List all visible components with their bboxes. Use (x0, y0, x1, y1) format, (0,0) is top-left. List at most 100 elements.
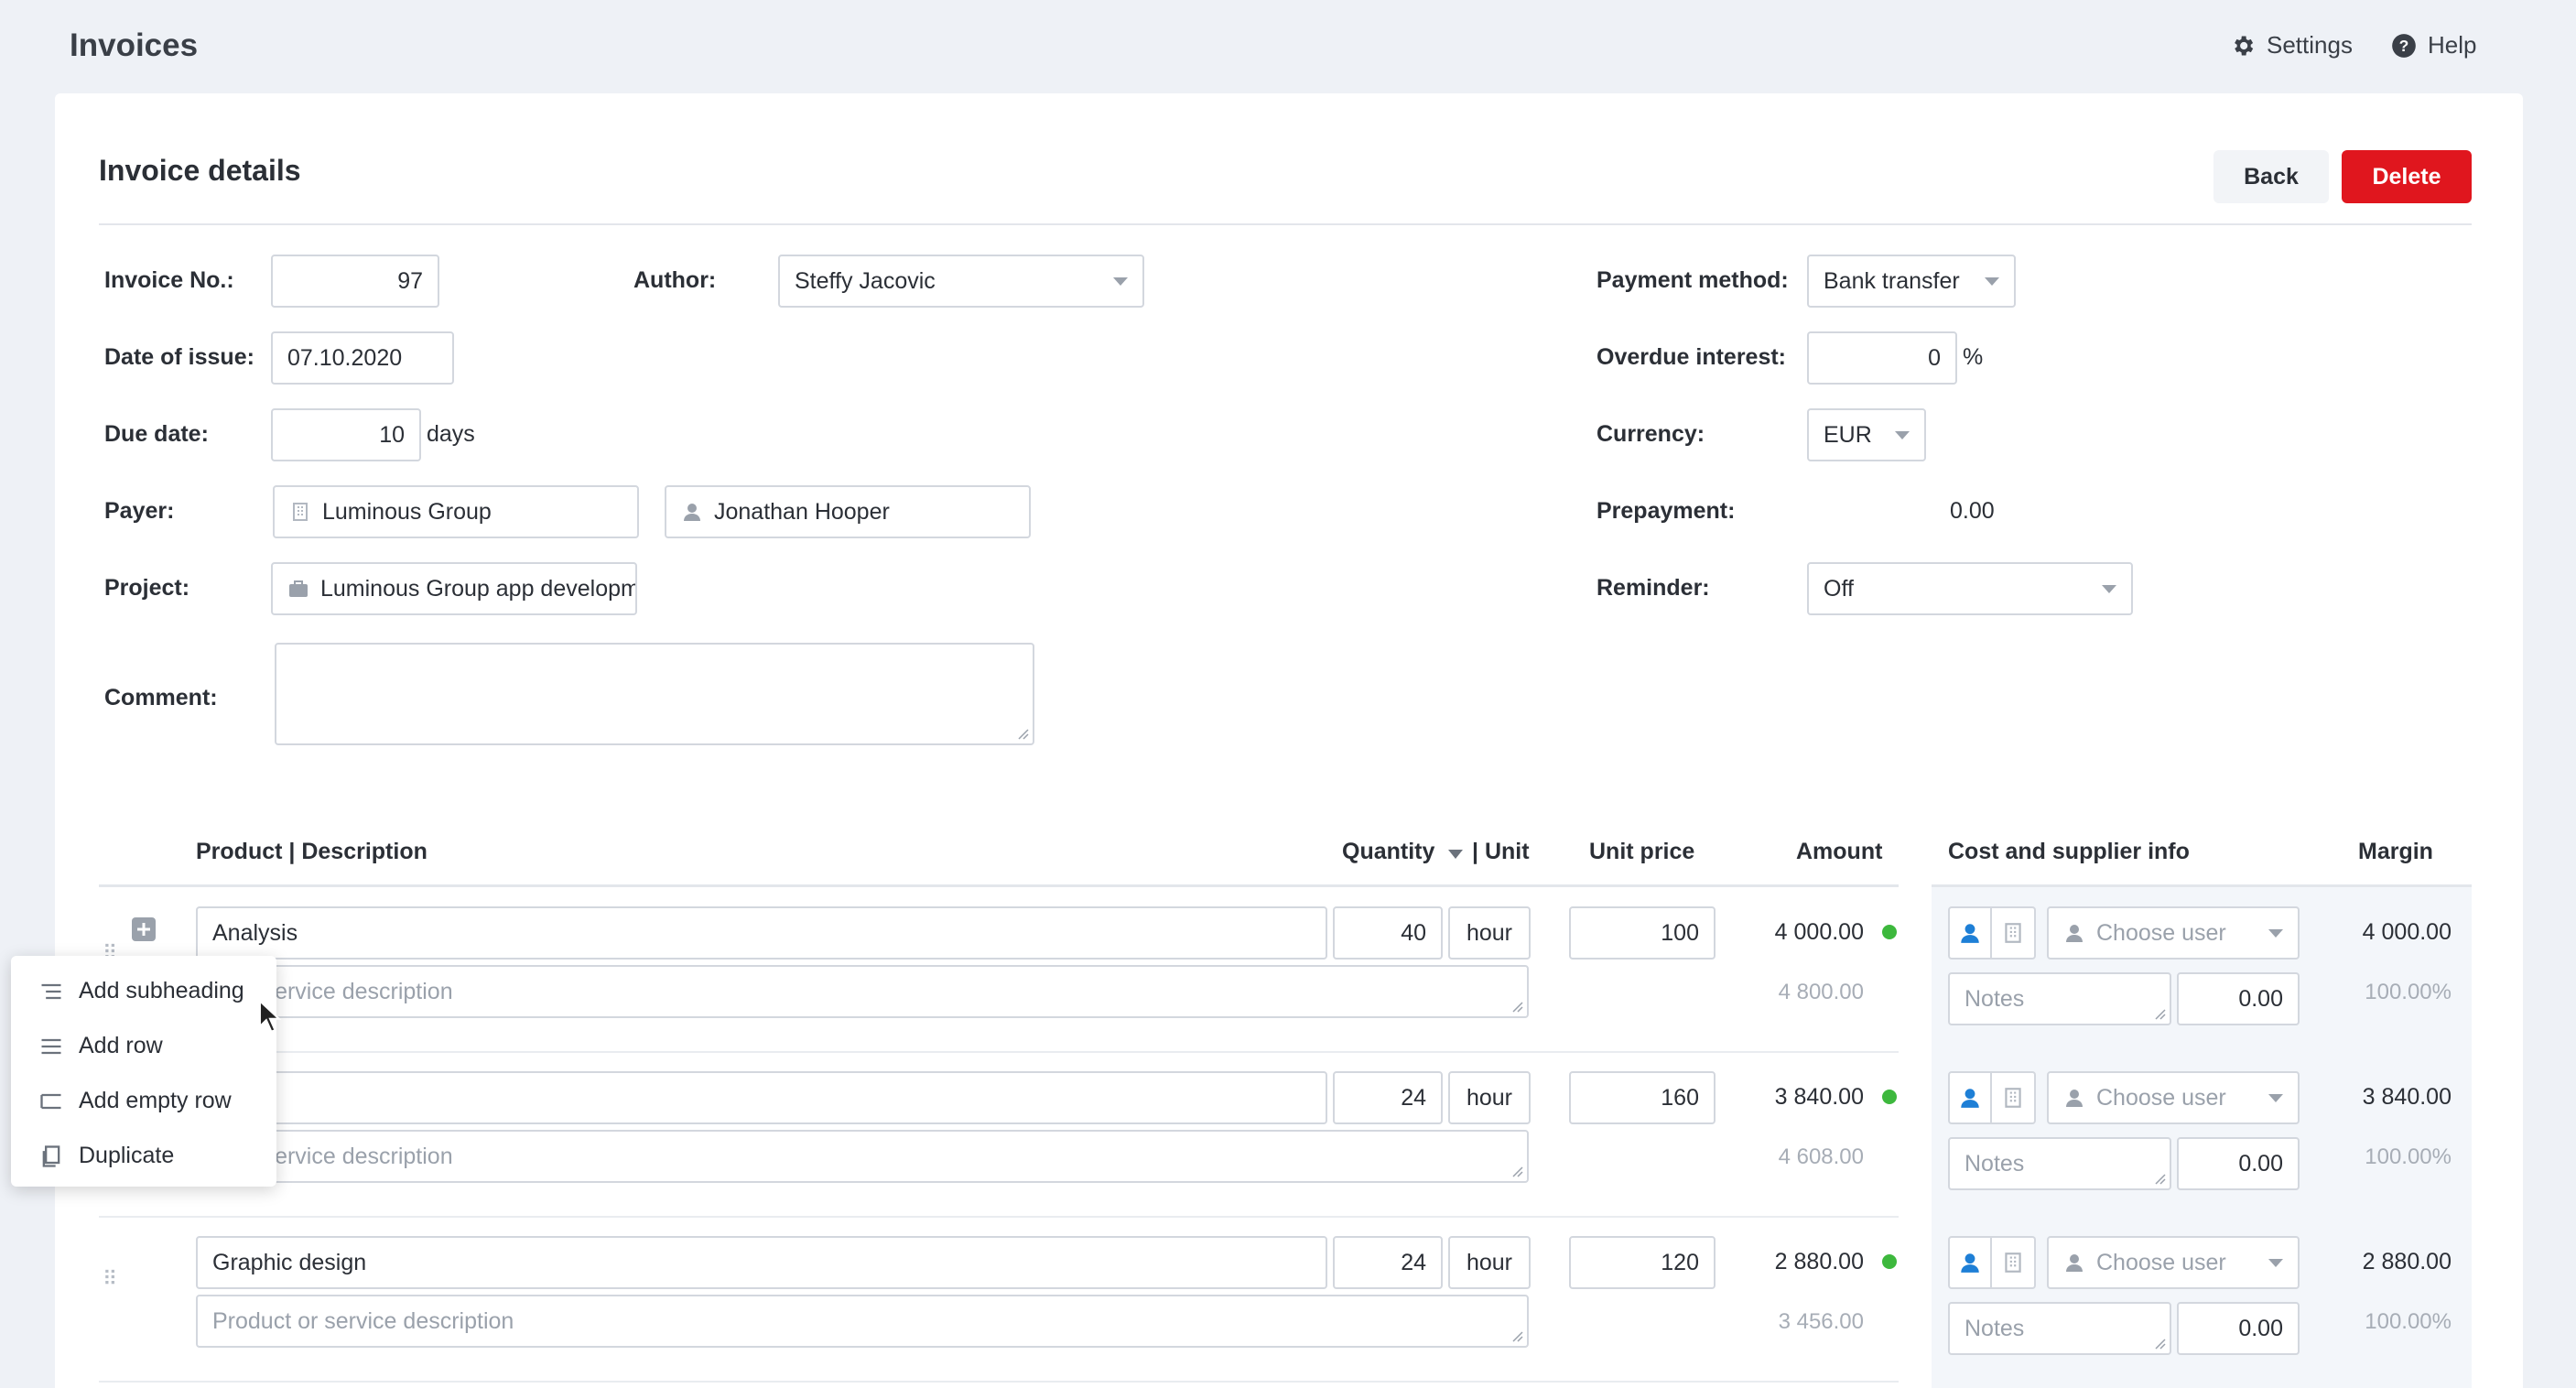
author-select[interactable]: Steffy Jacovic (778, 255, 1144, 308)
currency-label: Currency: (1596, 421, 1705, 447)
due-unit: days (427, 421, 475, 447)
notes-input[interactable]: Notes (1948, 1302, 2171, 1355)
user-icon (2066, 1254, 2083, 1272)
description-textarea[interactable]: ct or service description (196, 1130, 1529, 1183)
unit-input[interactable]: hour (1448, 1236, 1531, 1289)
settings-link[interactable]: Settings (2230, 31, 2353, 60)
divider (99, 884, 1899, 887)
interest-input[interactable]: 0 (1807, 331, 1957, 385)
menu-item-label: Add subheading (79, 978, 244, 1003)
author-value: Steffy Jacovic (795, 267, 936, 294)
reminder-value: Off (1824, 575, 1854, 602)
user-icon (684, 504, 700, 521)
choose-user-placeholder: Choose user (2096, 1084, 2226, 1111)
briefcase-icon (289, 580, 308, 597)
row-icon (41, 1038, 61, 1054)
chevron-down-icon (2268, 1094, 2283, 1102)
menu-add-subheading[interactable]: Add subheading (38, 978, 244, 1004)
due-label: Due date: (104, 421, 209, 447)
amount-value: 2 880.00 (1774, 1249, 1864, 1274)
delete-button[interactable]: Delete (2342, 150, 2472, 203)
due-input[interactable]: 10 (271, 408, 421, 461)
amount-value: 4 000.00 (1774, 919, 1864, 945)
header-unit-price: Unit price (1589, 839, 1695, 864)
sort-down-icon[interactable] (1448, 850, 1463, 859)
unit-price-input[interactable]: 160 (1569, 1071, 1716, 1124)
product-input[interactable]: Analysis (196, 906, 1327, 960)
resize-grip-icon[interactable] (1016, 727, 1029, 740)
invoice-no-label: Invoice No.: (104, 267, 234, 293)
add-row-plus-icon[interactable] (132, 917, 156, 941)
product-input[interactable]: aming (196, 1071, 1327, 1124)
cost-input[interactable]: 0.00 (2177, 972, 2300, 1025)
resize-grip-icon[interactable] (1510, 1329, 1523, 1342)
unit-price-input[interactable]: 100 (1569, 906, 1716, 960)
subheading-icon (41, 983, 61, 999)
notes-input[interactable]: Notes (1948, 972, 2171, 1025)
project-input[interactable]: Luminous Group app developm (271, 562, 637, 615)
assign-company-button[interactable] (1992, 1071, 2036, 1124)
header-product: Product | Description (196, 839, 428, 864)
product-input[interactable]: Graphic design (196, 1236, 1327, 1289)
mouse-cursor-icon (258, 1000, 282, 1033)
resize-grip-icon[interactable] (2153, 1172, 2166, 1185)
help-link[interactable]: ? Help (2391, 31, 2476, 60)
notes-placeholder: Notes (1964, 1150, 2025, 1177)
notes-input[interactable]: Notes (1948, 1137, 2171, 1190)
description-placeholder: Product or service description (212, 1307, 514, 1334)
payer-person-input[interactable]: Jonathan Hooper (665, 485, 1031, 538)
quantity-input[interactable]: 24 (1333, 1236, 1443, 1289)
svg-text:?: ? (2399, 36, 2409, 54)
amount-gross-value: 4 800.00 (1778, 980, 1864, 1004)
menu-duplicate[interactable]: Duplicate (38, 1143, 174, 1169)
resize-grip-icon[interactable] (1510, 1165, 1523, 1177)
back-button[interactable]: Back (2213, 150, 2329, 203)
assign-user-button[interactable] (1948, 1071, 1992, 1124)
interest-label: Overdue interest: (1596, 344, 1787, 370)
comment-textarea[interactable] (275, 643, 1034, 745)
margin-percent: 100.00% (2365, 1144, 2452, 1169)
cost-input[interactable]: 0.00 (2177, 1302, 2300, 1355)
menu-add-empty-row[interactable]: Add empty row (38, 1088, 232, 1114)
assign-company-button[interactable] (1992, 906, 2036, 960)
choose-user-select[interactable]: Choose user (2047, 1071, 2300, 1124)
chevron-down-icon (2268, 929, 2283, 938)
description-textarea[interactable]: Product or service description (196, 1295, 1529, 1348)
choose-user-select[interactable]: Choose user (2047, 906, 2300, 960)
menu-add-row[interactable]: Add row (38, 1033, 163, 1059)
prepayment-label: Prepayment: (1596, 498, 1736, 524)
invoice-no-input[interactable]: 97 (271, 255, 439, 308)
payer-person-value: Jonathan Hooper (714, 498, 890, 525)
assign-user-button[interactable] (1948, 1236, 1992, 1289)
quantity-input[interactable]: 40 (1333, 906, 1443, 960)
quantity-input[interactable]: 24 (1333, 1071, 1443, 1124)
assign-user-button[interactable] (1948, 906, 1992, 960)
amount-gross-value: 3 456.00 (1778, 1309, 1864, 1334)
row-context-menu: Add subheading Add row Add empty row Dup… (11, 956, 276, 1187)
choose-user-select[interactable]: Choose user (2047, 1236, 2300, 1289)
cost-input[interactable]: 0.00 (2177, 1137, 2300, 1190)
building-icon (2005, 1088, 2021, 1108)
resize-grip-icon[interactable] (2153, 1007, 2166, 1020)
assign-company-button[interactable] (1992, 1236, 2036, 1289)
unit-input[interactable]: hour (1448, 906, 1531, 960)
unit-price-input[interactable]: 120 (1569, 1236, 1716, 1289)
reminder-select[interactable]: Off (1807, 562, 2133, 615)
chevron-down-icon (2268, 1259, 2283, 1267)
page-title: Invoice details (99, 154, 301, 187)
unit-input[interactable]: hour (1448, 1071, 1531, 1124)
payer-company-input[interactable]: Luminous Group (273, 485, 639, 538)
payment-select[interactable]: Bank transfer (1807, 255, 2016, 308)
header-amount: Amount (1796, 839, 1883, 864)
divider (99, 1381, 1899, 1383)
currency-select[interactable]: EUR (1807, 408, 1926, 461)
chevron-down-icon (2102, 585, 2116, 593)
date-input[interactable]: 07.10.2020 (271, 331, 454, 385)
drag-handle-icon[interactable]: ⠿ (103, 1267, 117, 1291)
resize-grip-icon[interactable] (2153, 1337, 2166, 1350)
resize-grip-icon[interactable] (1510, 1000, 1523, 1013)
status-dot (1882, 1254, 1897, 1269)
menu-item-label: Add row (79, 1033, 163, 1058)
description-textarea[interactable]: ct or service description (196, 965, 1529, 1018)
header-quantity[interactable]: Quantity (1342, 839, 1434, 865)
